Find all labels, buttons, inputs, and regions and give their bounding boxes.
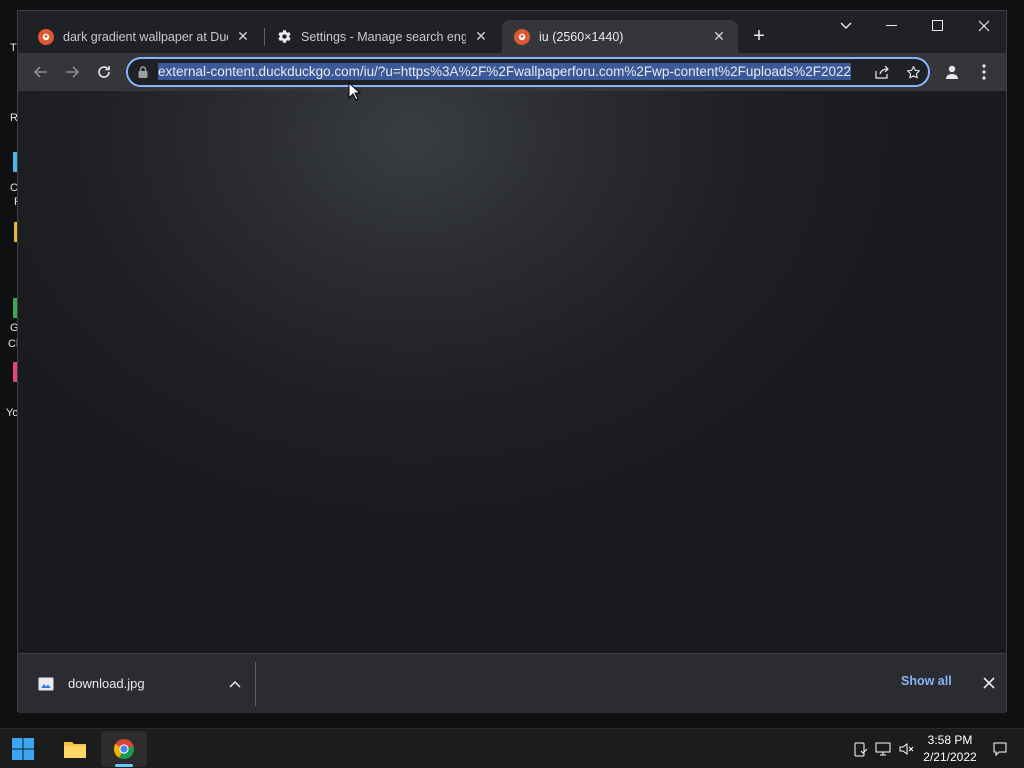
forward-button[interactable] (58, 58, 86, 86)
share-icon[interactable] (868, 65, 898, 79)
tab-title: Settings - Manage search engines (301, 29, 466, 44)
address-bar[interactable]: external-content.duckduckgo.com/iu/?u=ht… (126, 57, 930, 87)
clock-date: 2/21/2022 (923, 750, 977, 764)
lock-icon[interactable] (128, 66, 158, 78)
downloads-divider (255, 662, 256, 706)
notification-icon[interactable] (991, 740, 1009, 758)
tab-strip: dark gradient wallpaper at DuckDuckGo ✕ … (18, 11, 1006, 53)
battery-saver-icon[interactable] (851, 740, 869, 758)
duckduckgo-icon (514, 28, 530, 45)
tab-search-chevron-icon[interactable] (823, 11, 869, 41)
chrome-taskbar-button[interactable] (101, 731, 147, 767)
network-icon[interactable] (874, 740, 892, 758)
new-tab-button[interactable]: + (748, 26, 770, 48)
windows-logo-icon (12, 738, 34, 760)
show-all-button[interactable]: Show all (901, 674, 952, 688)
forward-arrow-icon (66, 66, 80, 78)
close-tab-icon[interactable]: ✕ (234, 28, 252, 46)
chevron-up-icon[interactable] (223, 680, 247, 688)
close-tab-icon[interactable]: ✕ (710, 28, 728, 46)
image-viewport[interactable] (18, 91, 1006, 653)
folder-icon (64, 742, 86, 758)
browser-window: dark gradient wallpaper at DuckDuckGo ✕ … (17, 10, 1007, 713)
kebab-menu-icon (982, 64, 986, 80)
browser-toolbar: external-content.duckduckgo.com/iu/?u=ht… (18, 53, 1006, 91)
download-item[interactable]: download.jpg (18, 654, 255, 713)
minimize-button[interactable] (869, 11, 915, 41)
close-window-button[interactable] (961, 11, 1007, 41)
profile-button[interactable] (938, 58, 966, 86)
url-selection: external-content.duckduckgo.com/iu/?u=ht… (158, 63, 852, 80)
reload-icon (98, 66, 110, 78)
url-text[interactable]: external-content.duckduckgo.com/iu/?u=ht… (158, 62, 868, 82)
tab-title: iu (2560×1440) (539, 29, 624, 44)
close-tab-icon[interactable]: ✕ (472, 28, 490, 46)
menu-button[interactable] (970, 58, 998, 86)
download-file-name: download.jpg (68, 676, 145, 691)
duckduckgo-icon (38, 28, 54, 45)
gear-icon (276, 29, 292, 45)
volume-muted-icon[interactable] (898, 740, 916, 758)
maximize-button[interactable] (915, 11, 961, 41)
clock-time: 3:58 PM (927, 733, 973, 747)
system-clock[interactable]: 3:58 PM 2/21/2022 (918, 732, 982, 766)
start-button[interactable] (0, 731, 46, 767)
profile-icon (946, 65, 958, 79)
back-arrow-icon (33, 66, 47, 78)
mouse-cursor-icon (348, 82, 362, 101)
reload-button[interactable] (90, 58, 118, 86)
bookmark-star-icon[interactable] (898, 65, 928, 80)
file-explorer-button[interactable] (52, 731, 98, 767)
image-file-icon (38, 677, 54, 690)
close-downloads-icon[interactable] (979, 673, 999, 693)
chrome-icon (114, 739, 135, 760)
back-button[interactable] (27, 58, 55, 86)
taskbar: 3:58 PM 2/21/2022 (0, 728, 1024, 768)
tab-settings[interactable]: Settings - Manage search engines ✕ (264, 20, 500, 53)
tab-image-active[interactable]: iu (2560×1440) ✕ (502, 20, 738, 53)
tab-title: dark gradient wallpaper at DuckDuckGo (63, 29, 228, 44)
tab-duckduckgo-search[interactable]: dark gradient wallpaper at DuckDuckGo ✕ (26, 20, 262, 53)
downloads-bar: download.jpg Show all (18, 653, 1006, 713)
